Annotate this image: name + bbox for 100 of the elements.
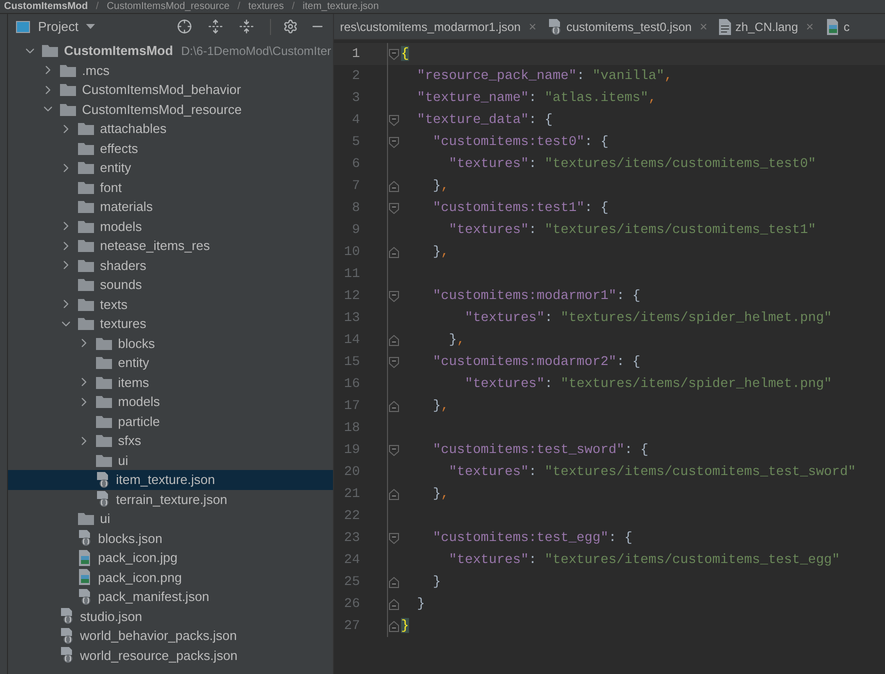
fold-marker-icon[interactable] <box>388 620 398 632</box>
tree-item[interactable]: blocks <box>8 334 333 353</box>
fold-marker-icon[interactable] <box>388 202 398 214</box>
editor-tab[interactable]: res\customitems_modarmor1.json × <box>334 14 542 39</box>
code-line: "textures": "textures/items/spider_helmet.png" <box>464 309 832 328</box>
fold-marker-icon[interactable] <box>388 488 398 500</box>
breadcrumb-item[interactable]: CustomItemsMod <box>4 2 88 12</box>
tab-label: zh_CN.lang <box>735 18 798 36</box>
code-line: }, <box>448 331 465 350</box>
tree-item[interactable]: sfxs <box>8 431 333 450</box>
line-number: 24 <box>343 551 360 570</box>
collapse-all-icon[interactable] <box>239 19 254 34</box>
tree-item[interactable]: ui <box>8 450 333 470</box>
tree-item[interactable]: CustomItemsMod_resource <box>8 100 333 119</box>
tree-item-label: items <box>118 374 150 392</box>
fold-marker-icon[interactable] <box>388 334 398 346</box>
tree-item[interactable]: models <box>8 392 333 412</box>
breadcrumb-item[interactable]: CustomItemsMod_resource <box>106 2 230 12</box>
line-number: 17 <box>343 397 360 416</box>
tree-item[interactable]: particle <box>8 412 333 431</box>
fold-marker-icon[interactable] <box>388 48 398 60</box>
tree-item[interactable]: netease_items_res <box>8 236 333 256</box>
fold-marker-icon[interactable] <box>388 114 398 126</box>
folder-icon <box>78 180 94 194</box>
window-icon <box>16 20 30 32</box>
folder-icon <box>78 161 94 174</box>
tree-item[interactable]: pack_icon.jpg <box>8 548 333 568</box>
folder-icon <box>78 200 94 214</box>
breadcrumb-item[interactable]: textures <box>248 2 284 12</box>
tree-item[interactable]: texts <box>8 294 333 314</box>
fold-marker-icon[interactable] <box>388 598 398 610</box>
line-number: 21 <box>343 485 360 504</box>
folder-icon <box>78 122 94 136</box>
code-line: "textures": "textures/items/customitems_test_sword" <box>448 463 856 482</box>
tree-item-label: netease_items_res <box>100 237 210 255</box>
fold-marker-icon[interactable] <box>388 180 398 192</box>
line-number: 3 <box>351 89 360 108</box>
line-number: 16 <box>343 375 360 394</box>
folder-icon <box>60 102 76 116</box>
tree-item[interactable]: CustomItemsMod_behavior <box>8 80 333 100</box>
line-number: 25 <box>343 573 360 592</box>
editor-tab[interactable]: c <box>820 14 856 39</box>
fold-marker-icon[interactable] <box>388 356 398 368</box>
settings-icon[interactable] <box>283 19 298 34</box>
line-number: 27 <box>343 617 360 636</box>
fold-marker-icon[interactable] <box>388 576 398 588</box>
tree-item[interactable]: studio.json <box>8 606 333 626</box>
editor-tab[interactable]: zh_CN.lang × <box>713 14 820 39</box>
tree-item-path: D:\6-1DemoMod\CustomIter <box>181 42 332 60</box>
panel-title[interactable]: Project <box>38 16 78 36</box>
json-file-icon <box>96 472 110 488</box>
tree-item[interactable]: pack_icon.png <box>8 568 333 587</box>
tree-item[interactable]: terrain_texture.json <box>8 490 333 509</box>
breadcrumb-separator: / <box>96 2 99 12</box>
tree-item[interactable]: ui <box>8 509 333 528</box>
tree-item[interactable]: font <box>8 178 333 197</box>
fold-marker-icon[interactable] <box>388 290 398 302</box>
dropdown-caret-icon[interactable] <box>86 24 96 29</box>
fold-marker-icon[interactable] <box>388 246 398 258</box>
tree-item-label: particle <box>118 412 160 431</box>
tree-item[interactable]: world_behavior_packs.json <box>8 626 333 646</box>
tree-item[interactable]: textures <box>8 314 333 334</box>
line-number: 22 <box>343 507 360 526</box>
tree-item[interactable]: pack_manifest.json <box>8 587 333 606</box>
tree-item[interactable]: models <box>8 216 333 236</box>
code-line: "texture_name": "atlas.items", <box>416 89 656 108</box>
tree-item[interactable]: .mcs <box>8 60 333 80</box>
expand-all-icon[interactable] <box>208 19 223 34</box>
tree-item[interactable]: blocks.json <box>8 528 333 548</box>
tree-item-label: entity <box>100 159 132 177</box>
tree-item-label: entity <box>118 354 150 372</box>
tree-item-label: attachables <box>100 120 166 138</box>
fold-marker-icon[interactable] <box>388 444 398 456</box>
tree-item[interactable]: sounds <box>8 275 333 294</box>
tree-item[interactable]: shaders <box>8 256 333 275</box>
fold-marker-icon[interactable] <box>388 136 398 148</box>
tree-item[interactable]: CustomItemsMod D:\6-1DemoMod\CustomIter <box>8 41 333 60</box>
tree-item-label: CustomItemsMod <box>64 42 174 60</box>
tree-item[interactable]: materials <box>8 197 333 216</box>
line-number: 15 <box>343 353 360 372</box>
tree-item[interactable]: attachables <box>8 119 333 138</box>
breadcrumb-item[interactable]: item_texture.json <box>302 2 379 12</box>
tree-item-label: blocks.json <box>98 530 162 548</box>
fold-marker-icon[interactable] <box>388 400 398 412</box>
tree-item-label: .mcs <box>82 62 110 80</box>
tree-item-label: materials <box>100 198 153 216</box>
tree-item[interactable]: items <box>8 372 333 392</box>
tree-item[interactable]: entity <box>8 158 333 178</box>
tree-item[interactable]: item_texture.json <box>8 470 333 490</box>
line-number: 12 <box>343 287 360 306</box>
fold-marker-icon[interactable] <box>388 532 398 544</box>
tree-item[interactable]: effects <box>8 138 333 158</box>
tree-item[interactable]: entity <box>8 353 333 372</box>
tree-item[interactable]: world_resource_packs.json <box>8 646 333 665</box>
tree-item-label: models <box>100 218 142 236</box>
tree-item-label: textures <box>100 315 146 333</box>
json-file-icon <box>96 491 110 508</box>
locate-icon[interactable] <box>177 19 192 34</box>
tab-label: customitems_test0.json <box>566 18 692 36</box>
editor-tab[interactable]: customitems_test0.json × <box>542 14 714 39</box>
